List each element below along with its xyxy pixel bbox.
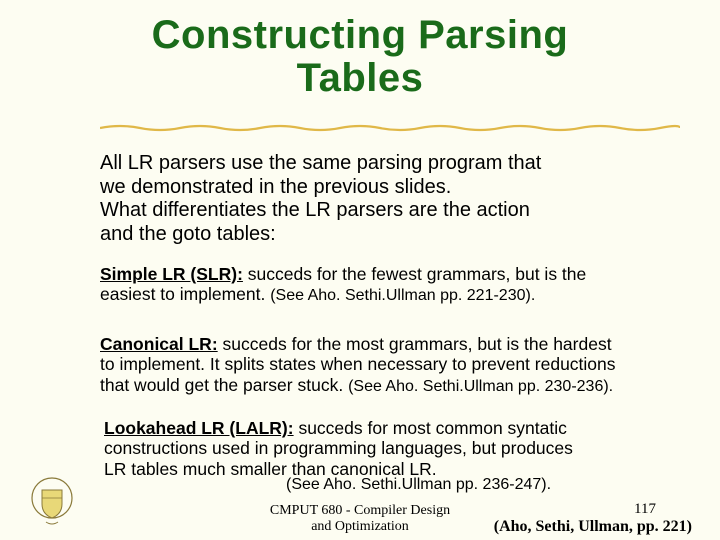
intro-line: What differentiates the LR parsers are t…: [100, 199, 530, 221]
intro-line: All LR parsers use the same parsing prog…: [100, 152, 541, 174]
page-number: 117: [634, 501, 656, 518]
canonical-text: succeds for the most grammars, but is th…: [218, 334, 612, 354]
title-line-2: Tables: [297, 56, 424, 100]
citation: (Aho, Sethi, Ullman, pp. 221): [494, 518, 692, 536]
lalr-text: constructions used in programming langua…: [104, 438, 573, 458]
lalr-text: succeds for most common syntatic: [294, 418, 567, 438]
canonical-text: to implement. It splits states when nece…: [100, 354, 616, 374]
slr-label: Simple LR (SLR):: [100, 264, 243, 284]
canonical-text: that would get the parser stuck.: [100, 375, 348, 395]
intro-line: and the goto tables:: [100, 223, 276, 245]
slr-paragraph: Simple LR (SLR): succeds for the fewest …: [100, 264, 662, 306]
canonical-reference: (See Aho. Sethi.Ullman pp. 230-236).: [348, 378, 613, 395]
lalr-reference: (See Aho. Sethi.Ullman pp. 236-247).: [286, 476, 551, 494]
intro-line: we demonstrated in the previous slides.: [100, 176, 451, 198]
canonical-label: Canonical LR:: [100, 334, 218, 354]
lalr-label: Lookahead LR (LALR):: [104, 418, 294, 438]
canonical-paragraph: Canonical LR: succeds for the most gramm…: [100, 334, 662, 396]
title-line-1: Constructing Parsing: [152, 13, 569, 57]
slr-reference: (See Aho. Sethi.Ullman pp. 221-230).: [270, 287, 535, 304]
title-underline: [100, 120, 680, 130]
footer-line: CMPUT 680 - Compiler Design: [270, 503, 450, 518]
slide-title: Constructing Parsing Tables: [0, 0, 720, 100]
footer-line: and Optimization: [311, 519, 409, 534]
slr-text: easiest to implement.: [100, 284, 270, 304]
lalr-paragraph: Lookahead LR (LALR): succeds for most co…: [104, 418, 662, 479]
intro-paragraph: All LR parsers use the same parsing prog…: [100, 152, 662, 246]
slr-text: succeds for the fewest grammars, but is …: [243, 264, 586, 284]
